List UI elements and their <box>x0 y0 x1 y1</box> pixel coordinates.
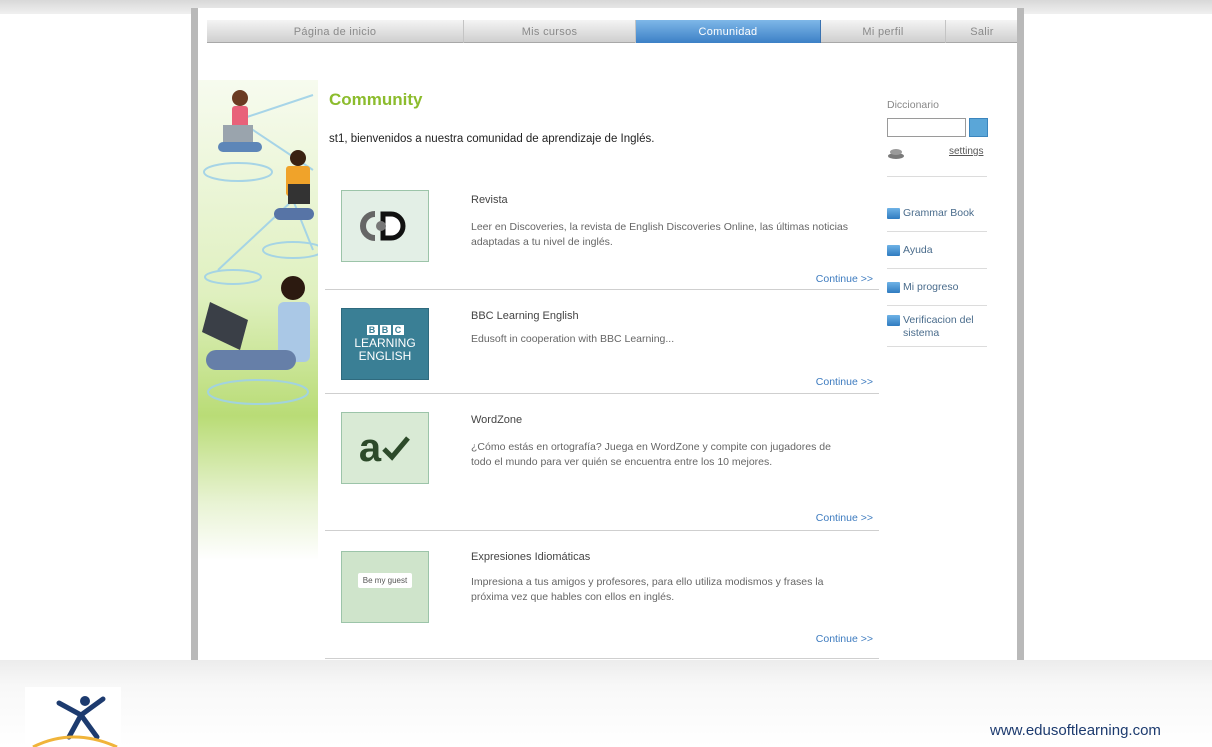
student-man-laptop <box>202 276 310 370</box>
footer-url: www.edusoftlearning.com <box>990 722 1161 739</box>
sidebar-link-label: Ayuda <box>903 244 933 256</box>
sidebar-link-system-check[interactable]: Verificacion del sistema <box>887 314 991 340</box>
student-girl-laptop <box>218 90 262 152</box>
nav-logout[interactable]: Salir <box>946 20 1017 43</box>
students-illustration <box>198 80 318 560</box>
wordzone-a-check-icon[interactable]: a <box>341 412 429 484</box>
lms-page-frame: Página de inicio Mis cursos Comunidad Mi… <box>191 8 1024 660</box>
discoveries-logo-icon[interactable] <box>341 190 429 262</box>
help-icon <box>887 245 900 256</box>
screenshot-stage: { "nav": { "items": [ {"label": "Página … <box>0 0 1212 747</box>
nav-home[interactable]: Página de inicio <box>207 20 464 43</box>
divider <box>887 305 987 306</box>
entry-description: Edusoft in cooperation with BBC Learning… <box>471 333 675 345</box>
entry-title[interactable]: WordZone <box>471 414 522 426</box>
page-title: Community <box>329 90 423 109</box>
bbc-logo-line: ENGLISH <box>358 349 412 363</box>
entry-title[interactable]: Expresiones Idiomáticas <box>471 551 590 563</box>
continue-link[interactable]: Continue >> <box>816 633 873 645</box>
community-content: Community st1, bienvenidos a nuestra com… <box>320 80 880 660</box>
book-icon <box>887 208 900 219</box>
welcome-message: st1, bienvenidos a nuestra comunidad de … <box>329 133 655 145</box>
continue-link[interactable]: Continue >> <box>816 512 873 524</box>
sidebar-link-my-progress[interactable]: Mi progreso <box>887 281 958 293</box>
nav-community[interactable]: Comunidad <box>636 20 821 43</box>
divider <box>887 176 987 177</box>
divider <box>887 346 987 347</box>
entry-title[interactable]: Revista <box>471 194 508 206</box>
entry-idioms: Be my guest Expresiones Idiomáticas Impr… <box>325 531 879 659</box>
sidebar-link-label: Verificacion del sistema <box>903 314 974 339</box>
entry-wordzone: a WordZone ¿Cómo estás en ortografía? Ju… <box>325 394 879 531</box>
bbc-letter: B <box>366 325 378 335</box>
system-check-icon <box>887 315 900 326</box>
entry-title[interactable]: BBC Learning English <box>471 310 579 322</box>
speech-bubble: Be my guest <box>357 572 413 588</box>
entry-description: ¿Cómo estás en ortografía? Juega en Word… <box>471 441 831 468</box>
wordzone-letter: a <box>358 425 382 470</box>
sidebar-link-label: Mi progreso <box>903 281 959 293</box>
divider <box>887 268 987 269</box>
speech-bubble-icon[interactable]: Be my guest <box>341 551 429 623</box>
edusoft-figure-logo <box>25 687 121 747</box>
student-boy-laptop <box>274 150 314 220</box>
bbc-learning-english-logo[interactable]: B B C LEARNING ENGLISH <box>341 308 429 380</box>
speaker-icon[interactable] <box>887 146 905 160</box>
entry-revista: Revista Leer en Discoveries, la revista … <box>325 180 879 290</box>
sidebar-link-label: Grammar Book <box>903 207 975 219</box>
dictionary-label: Diccionario <box>887 99 939 111</box>
check-icon <box>382 436 411 461</box>
continue-link[interactable]: Continue >> <box>816 376 873 388</box>
settings-link[interactable]: settings <box>949 146 983 157</box>
nav-my-profile[interactable]: Mi perfil <box>821 20 946 43</box>
main-nav: Página de inicio Mis cursos Comunidad Mi… <box>207 20 1017 43</box>
dictionary-input[interactable] <box>887 118 966 137</box>
nav-my-courses[interactable]: Mis cursos <box>464 20 636 43</box>
bbc-letter: B <box>379 325 391 335</box>
progress-icon <box>887 282 900 293</box>
continue-link[interactable]: Continue >> <box>816 273 873 285</box>
entry-description: Impresiona a tus amigos y profesores, pa… <box>471 576 824 603</box>
sidebar-link-help[interactable]: Ayuda <box>887 244 933 256</box>
dictionary-search-button[interactable] <box>969 118 988 137</box>
bbc-letter: C <box>392 325 404 335</box>
entry-bbc: B B C LEARNING ENGLISH BBC Learning Engl… <box>325 290 879 394</box>
sidebar-link-grammar-book[interactable]: Grammar Book <box>887 207 974 219</box>
entry-description: Leer en Discoveries, la revista de Engli… <box>471 221 848 248</box>
divider <box>887 231 987 232</box>
